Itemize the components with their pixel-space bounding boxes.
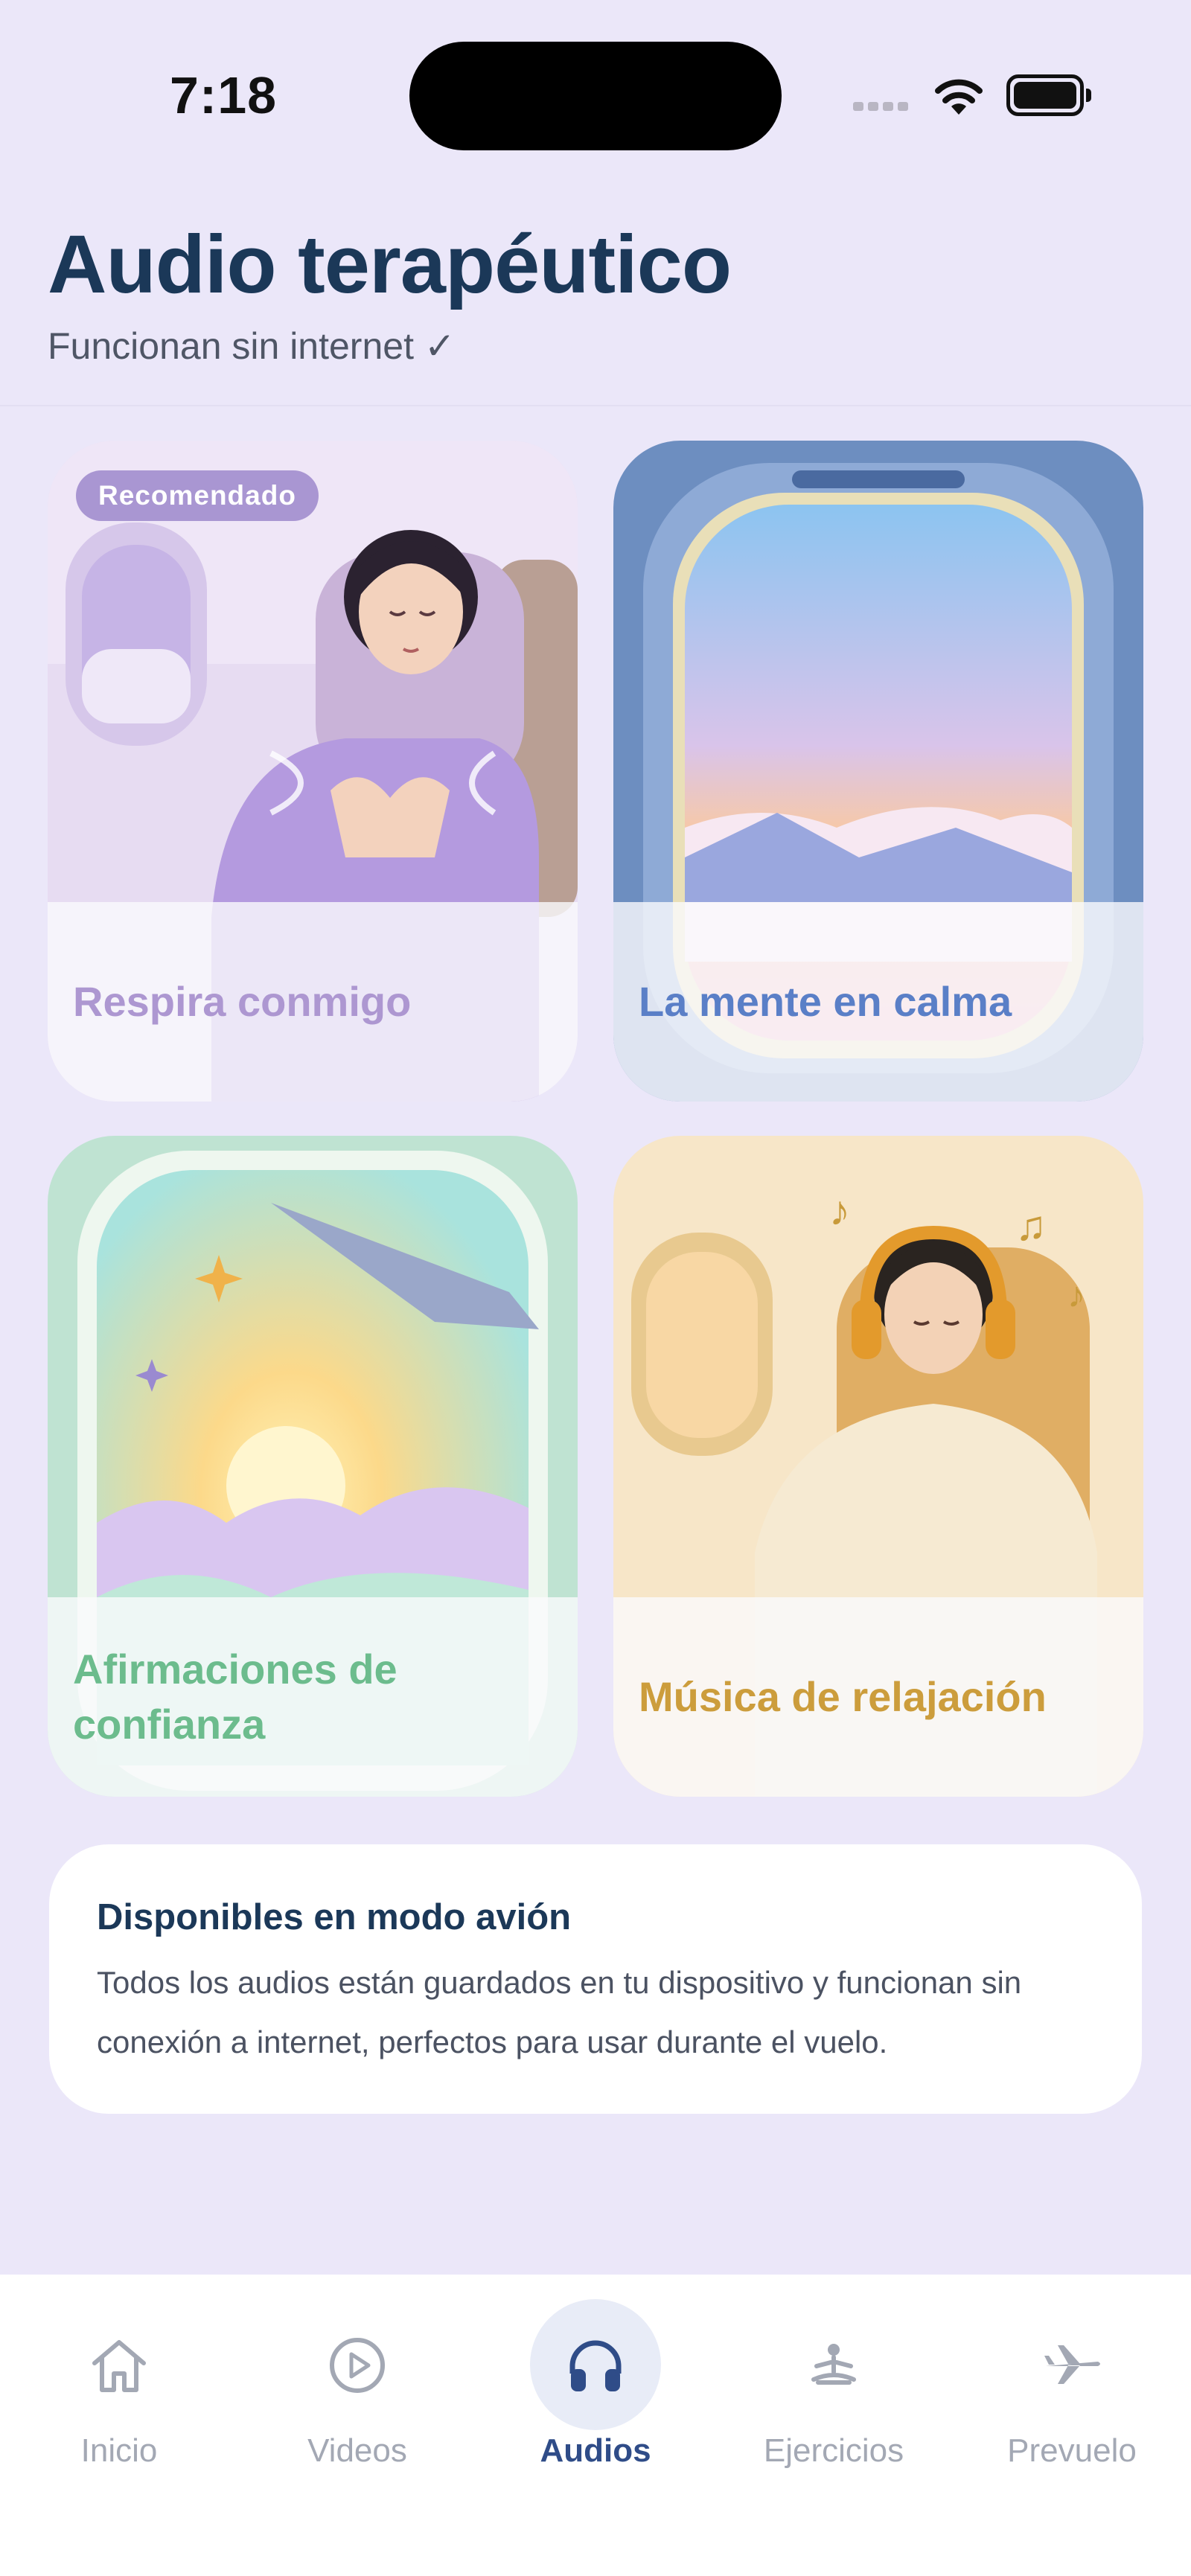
tab-ejercicios[interactable]: Ejercicios [715,2275,953,2513]
tab-label: Inicio [80,2432,158,2469]
tab-label: Videos [307,2432,407,2469]
tab-label: Prevuelo [1007,2432,1137,2469]
bottom-tab-bar: Inicio Videos Audios Ejercicios Prevuelo [0,2275,1191,2576]
svg-text:♪: ♪ [1067,1276,1085,1315]
offline-info-title: Disponibles en modo avión [97,1897,572,1937]
audio-card-label: La mente en calma [613,902,1143,1102]
tab-label: Ejercicios [763,2432,904,2469]
play-circle-icon [320,2328,395,2403]
svg-text:♪: ♪ [829,1187,850,1234]
airplane-icon [1035,2328,1109,2403]
tab-prevuelo[interactable]: Prevuelo [953,2275,1191,2513]
tab-audios[interactable]: Audios [476,2275,715,2513]
tab-label: Audios [540,2432,651,2469]
wifi-icon [935,79,983,115]
audio-card-la-mente-en-calma[interactable]: La mente en calma [613,441,1143,1102]
status-time: 7:18 [170,66,278,124]
tab-inicio[interactable]: Inicio [0,2275,238,2513]
audio-card-label: Afirmaciones de confianza [48,1597,578,1797]
cellular-signal-icon [853,101,914,116]
page-title: Audio terapéutico [48,219,732,310]
header-divider [0,405,1191,406]
headphones-icon [558,2328,633,2403]
meditation-icon [796,2328,871,2403]
audio-card-musica-de-relajacion[interactable]: ♪ ♫ ♪ Música de relajación [613,1136,1143,1797]
offline-info-text: Todos los audios están guardados en tu d… [97,1965,1022,2059]
page-subtitle: Funcionan sin internet ✓ [48,325,456,367]
audio-card-label: Respira conmigo [48,902,578,1102]
dynamic-island [409,42,782,150]
battery-icon [1006,74,1091,116]
audio-card-respira-conmigo[interactable]: Recomendado Respira conmigo [48,441,578,1102]
recommended-badge: Recomendado [76,470,319,521]
tab-videos[interactable]: Videos [238,2275,476,2513]
audio-card-afirmaciones-de-confianza[interactable]: Afirmaciones de confianza [48,1136,578,1797]
home-icon [82,2328,156,2403]
audio-card-label: Música de relajación [613,1597,1143,1797]
svg-text:♫: ♫ [1015,1202,1047,1249]
status-bar: 7:18 [0,0,1191,164]
